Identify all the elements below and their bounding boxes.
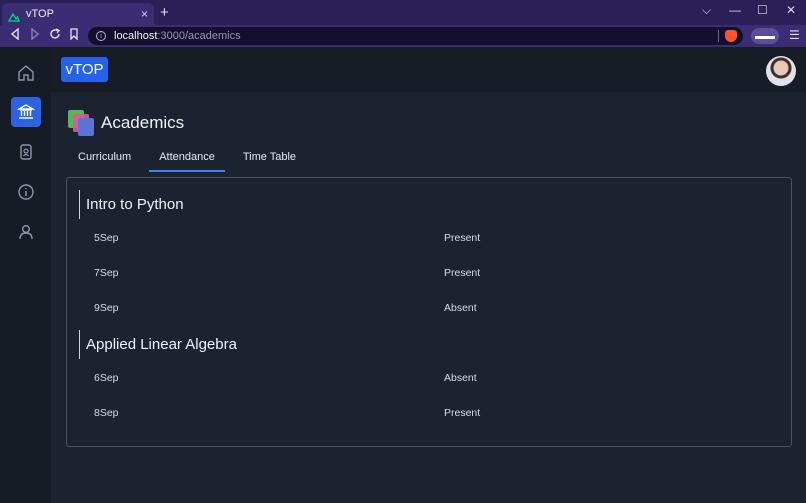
course-section: Intro to Python — [79, 190, 184, 219]
nuxt-favicon-icon — [7, 9, 20, 22]
tab-title: vTOP — [26, 8, 54, 20]
tab-attendance[interactable]: Attendance — [149, 148, 225, 172]
url-path: :3000/academics — [157, 30, 241, 42]
minimize-icon[interactable]: — — [729, 3, 741, 17]
bank-icon — [17, 104, 35, 119]
sidebar-item-academics[interactable] — [11, 97, 41, 127]
new-tab-button[interactable]: + — [160, 5, 169, 21]
attendance-status: Present — [444, 267, 481, 279]
attendance-status: Absent — [444, 372, 477, 384]
browser-tab-strip: vTOP × + ⌵ — ☐ ✕ — [0, 0, 806, 25]
browser-tab[interactable]: vTOP × — [2, 3, 154, 25]
address-bar[interactable]: i localhost:3000/academics — [88, 27, 743, 45]
browser-menu-icon[interactable]: ☰ — [789, 28, 800, 42]
tab-curriculum[interactable]: Curriculum — [68, 148, 141, 172]
bookmark-icon[interactable] — [69, 28, 79, 44]
attendance-date: 7Sep — [94, 267, 119, 279]
books-icon — [68, 110, 96, 136]
sidebar-item-home[interactable] — [11, 58, 41, 88]
extension-glasses-icon[interactable]: ▬▬ — [751, 28, 779, 44]
tab-search-icon[interactable]: ⌵ — [702, 3, 711, 18]
course-section: Applied Linear Algebra — [79, 330, 237, 359]
page-title: Academics — [101, 113, 185, 132]
attendance-date: 8Sep — [94, 407, 119, 419]
site-info-icon[interactable]: i — [96, 31, 106, 41]
attendance-panel: Intro to Python 5Sep Present 7Sep Presen… — [66, 177, 792, 447]
attendance-status: Present — [444, 232, 481, 244]
academics-tabs: Curriculum Attendance Time Table — [68, 148, 314, 172]
attendance-status: Absent — [444, 302, 477, 314]
app-header: vTOP — [51, 47, 806, 92]
attendance-date: 9Sep — [94, 302, 119, 314]
tab-close-icon[interactable]: × — [141, 7, 148, 21]
sidebar-item-profile[interactable] — [11, 217, 41, 247]
reload-icon[interactable] — [49, 28, 61, 44]
tab-time-table[interactable]: Time Table — [233, 148, 306, 172]
address-divider — [718, 30, 719, 42]
attendance-status: Present — [444, 407, 481, 419]
back-icon[interactable] — [10, 27, 20, 44]
app-sidebar — [0, 47, 51, 503]
course-title: Applied Linear Algebra — [79, 330, 237, 359]
sidebar-item-info[interactable] — [11, 177, 41, 207]
home-icon — [18, 65, 34, 81]
avatar[interactable] — [766, 56, 796, 86]
brave-shields-icon[interactable] — [725, 30, 737, 42]
maximize-icon[interactable]: ☐ — [757, 3, 768, 17]
info-icon — [18, 184, 34, 200]
forward-icon[interactable] — [30, 27, 40, 44]
user-icon — [19, 225, 33, 240]
sidebar-item-idcard[interactable] — [11, 137, 41, 167]
app-logo[interactable]: vTOP — [61, 57, 108, 82]
attendance-date: 5Sep — [94, 232, 119, 244]
id-badge-icon — [20, 144, 32, 160]
main-content: Academics Curriculum Attendance Time Tab… — [51, 92, 806, 503]
url-host: localhost — [114, 30, 158, 42]
browser-toolbar: i localhost:3000/academics ▬▬ ☰ — [0, 25, 806, 47]
attendance-date: 6Sep — [94, 372, 119, 384]
course-title: Intro to Python — [79, 190, 184, 219]
close-window-icon[interactable]: ✕ — [786, 3, 796, 17]
